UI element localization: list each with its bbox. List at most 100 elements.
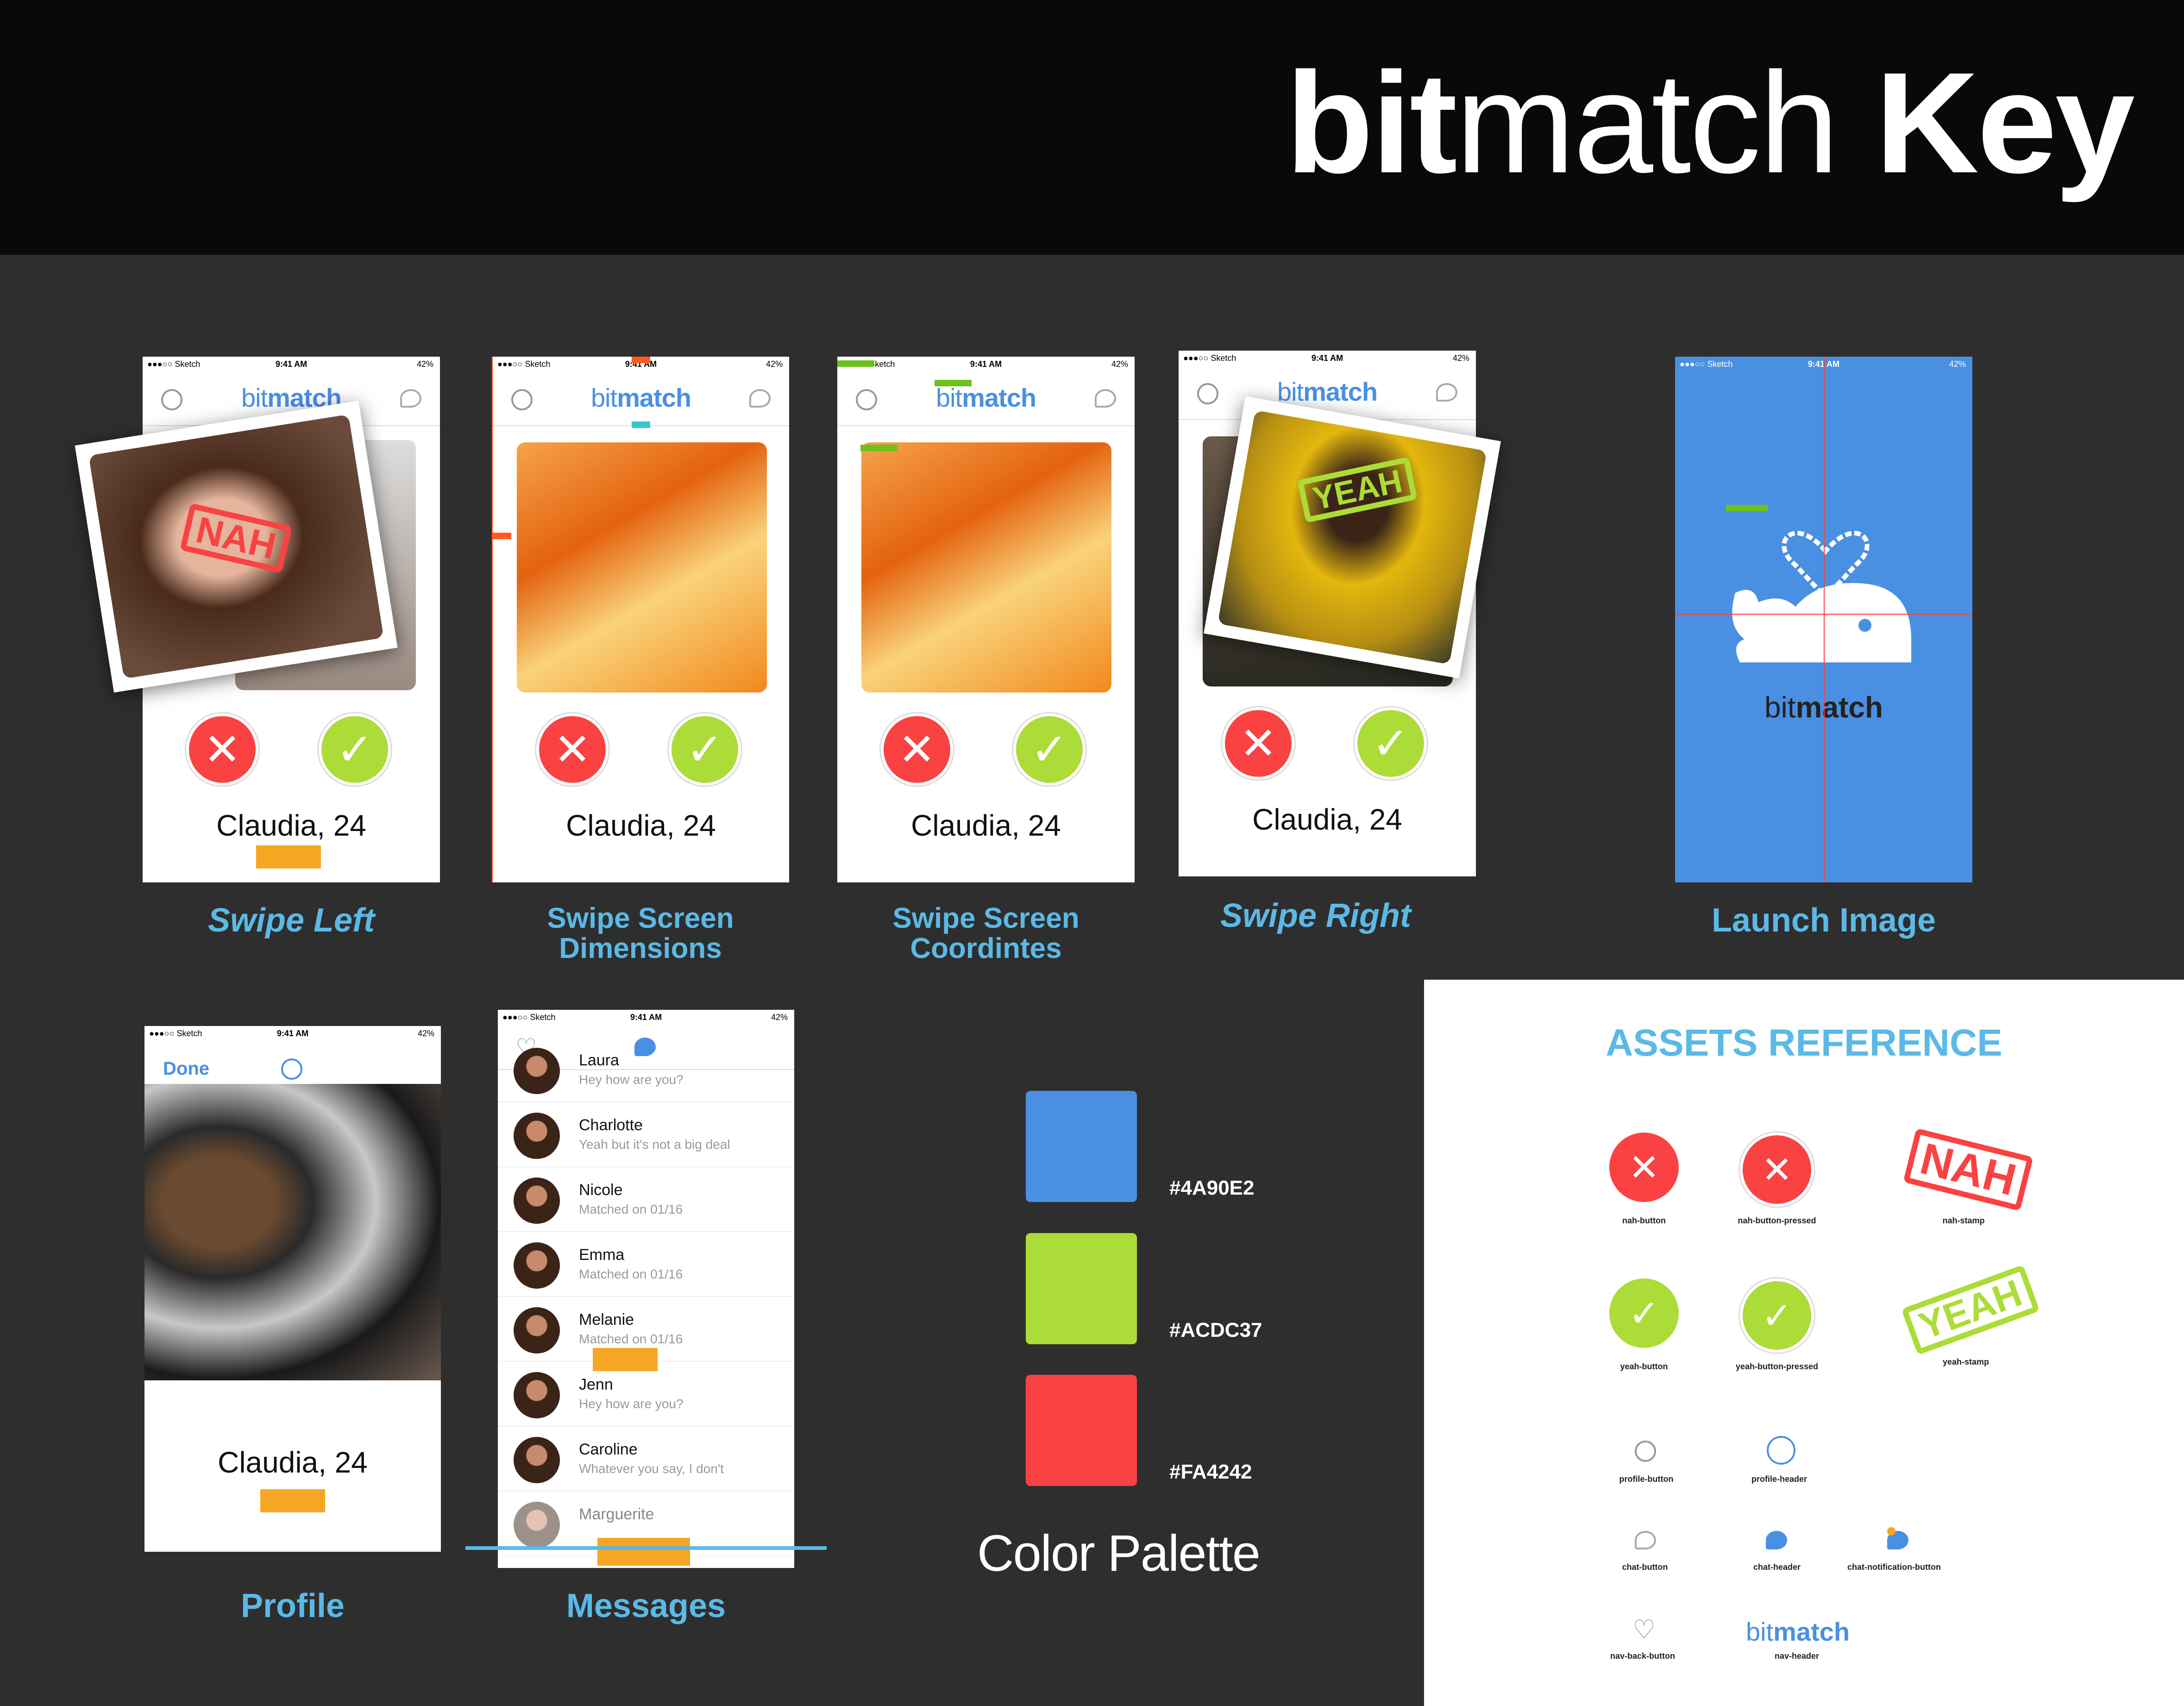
message-row[interactable]: Laura Hey how are you? [498, 1038, 794, 1102]
caption-swipe-left: Swipe Left [207, 902, 375, 939]
message-row[interactable]: Nicole Matched on 01/16 [498, 1167, 794, 1232]
label-chat-button: chat-button [1622, 1562, 1668, 1572]
chat-icon[interactable] [1436, 383, 1457, 402]
page-title: bitmatch Key [1286, 42, 2135, 203]
chat-icon[interactable] [400, 389, 421, 408]
font-annotation [593, 1348, 658, 1371]
status-bar: ●●●○○ Sketch 9:41 AM42% [842, 359, 1128, 369]
label-nah-stamp: nah-stamp [1942, 1216, 1985, 1225]
assets-panel: ASSETS REFERENCE ✕ nah-button ✕ nah-butt… [1424, 980, 2184, 1706]
nav-back-button-asset: ♡ [1632, 1615, 1656, 1644]
profile-header-icon [281, 1058, 302, 1080]
avatar [514, 1177, 560, 1224]
swatch-red [1026, 1375, 1137, 1486]
coordinate-tag [935, 380, 972, 386]
card-photo [861, 442, 1111, 692]
hex-green: #ACDC37 [1169, 1319, 1262, 1341]
notification-dot-icon [1887, 1527, 1895, 1536]
app-logo: bitmatch [935, 383, 1036, 412]
palette-caption: Color Palette [977, 1525, 1261, 1582]
avatar [514, 1048, 560, 1094]
caption-launch: Launch Image [1711, 902, 1936, 939]
nah-button[interactable]: ✕ [1222, 707, 1294, 780]
profile-name: Claudia, 24 [218, 1446, 368, 1479]
chat-icon[interactable] [1095, 389, 1116, 408]
nah-stamp-asset: NAH [1903, 1128, 2033, 1211]
profile-name: Claudia, 24 [566, 809, 716, 842]
font-annotation [256, 845, 321, 869]
label-yeah-stamp: yeah-stamp [1942, 1357, 1989, 1366]
nah-button[interactable]: ✕ [881, 713, 953, 786]
dimension-tag [493, 533, 511, 539]
label-profile-header: profile-header [1751, 1474, 1807, 1484]
label-chat-notification-button: chat-notification-button [1847, 1562, 1941, 1572]
nah-button-asset: ✕ [1609, 1133, 1679, 1202]
profile-photo [144, 1084, 441, 1380]
caption-messages: Messages [566, 1587, 726, 1624]
profile-name: Claudia, 24 [1252, 803, 1402, 836]
yeah-button[interactable]: ✓ [319, 713, 391, 786]
coordinate-tag [1726, 505, 1768, 511]
avatar [514, 1502, 560, 1548]
nah-button-pressed-asset: ✕ [1740, 1133, 1814, 1207]
yeah-button[interactable]: ✓ [1355, 707, 1427, 780]
yeah-button-asset: ✓ [1609, 1278, 1679, 1348]
nah-button[interactable]: ✕ [186, 713, 258, 786]
launch-screen: ●●●○○ Sketch 9:41 AM 42% bitmatch [1675, 357, 1972, 882]
dimensions-screen: ●●●○○ Sketch 9:41 AM 42% bitmatch ✕ ✓ Cla… [492, 357, 789, 882]
guide-line-vertical [1824, 357, 1825, 882]
label-profile-button: profile-button [1619, 1474, 1674, 1484]
card-photo [517, 442, 767, 692]
nav-bar: bitmatch [837, 375, 1135, 426]
chat-icon[interactable] [749, 389, 771, 408]
yeah-button[interactable]: ✓ [1013, 713, 1086, 786]
coordinate-tag [860, 445, 897, 451]
avatar [514, 1113, 560, 1159]
caption-dimensions: Swipe Screen Dimensions [547, 902, 734, 965]
app-logo: bitmatch [241, 383, 342, 412]
swatch-blue [1026, 1091, 1137, 1202]
swiped-card[interactable]: NAH [75, 400, 398, 693]
app-logo: bitmatch [1277, 377, 1378, 406]
caption-coordinates: Swipe Screen Coordintes [892, 902, 1079, 965]
hex-blue: #4A90E2 [1169, 1177, 1255, 1199]
caption-profile: Profile [240, 1587, 345, 1624]
profile-screen: ●●●○○ Sketch 9:41 AM 42% Done Claudia, 24 [144, 1026, 441, 1552]
status-bar: ●●●○○ Sketch 9:41 AM42% [502, 1013, 788, 1022]
dimension-tag [632, 422, 650, 428]
message-row[interactable]: Jenn Hey how are you? [498, 1362, 794, 1427]
status-bar: ●●●○○ Sketch 9:41 AM42% [147, 359, 433, 369]
guide-line-horizontal [1675, 614, 1972, 615]
nav-header-asset: bitmatch [1746, 1617, 1850, 1646]
label-yeah-button-pressed: yeah-button-pressed [1735, 1362, 1819, 1371]
nav-bar: bitmatch [493, 375, 789, 426]
caption-swipe-right: Swipe Right [1220, 897, 1411, 934]
done-button[interactable]: Done [163, 1058, 209, 1079]
dimension-tag [632, 357, 650, 363]
chat-button-asset [1635, 1531, 1656, 1549]
label-yeah-button: yeah-button [1620, 1362, 1668, 1371]
profile-button-asset [1635, 1441, 1656, 1462]
label-nah-button-pressed: nah-button-pressed [1738, 1216, 1816, 1225]
avatar [514, 1437, 560, 1483]
whale-heart-logo [1732, 531, 1911, 662]
fade-guide-line [465, 1546, 827, 1550]
header-bar: bitmatch Key [0, 0, 2184, 255]
messages-screen: ●●●○○ Sketch 9:41 AM 42% ♡ Laura Hey how a… [498, 1010, 794, 1568]
gradient-annotation [597, 1538, 690, 1566]
card-photo [1218, 410, 1487, 665]
avatar [514, 1372, 560, 1418]
status-bar: ●●●○○ Sketch 9:41 AM42% [149, 1029, 434, 1038]
message-row[interactable]: Charlotte Yeah but it's not a big deal [498, 1102, 794, 1167]
message-row[interactable]: Caroline Whatever you say, I don't [498, 1427, 794, 1492]
assets-title: ASSETS REFERENCE [1606, 1022, 2002, 1064]
message-row[interactable]: Emma Matched on 01/16 [498, 1232, 794, 1297]
status-bar: ●●●○○ Sketch 9:41 AM42% [1183, 353, 1469, 363]
coordinates-screen: ●●●○○ Sketch 9:41 AM42% bitmatch ✕ ✓ Cla… [837, 357, 1135, 882]
nah-button[interactable]: ✕ [536, 713, 609, 786]
yeah-button[interactable]: ✓ [669, 713, 741, 786]
swiped-card[interactable]: YEAH [1204, 396, 1501, 679]
label-nav-header: nav-header [1774, 1651, 1820, 1661]
chat-header-asset [1766, 1531, 1787, 1549]
profile-header-asset [1767, 1436, 1795, 1465]
